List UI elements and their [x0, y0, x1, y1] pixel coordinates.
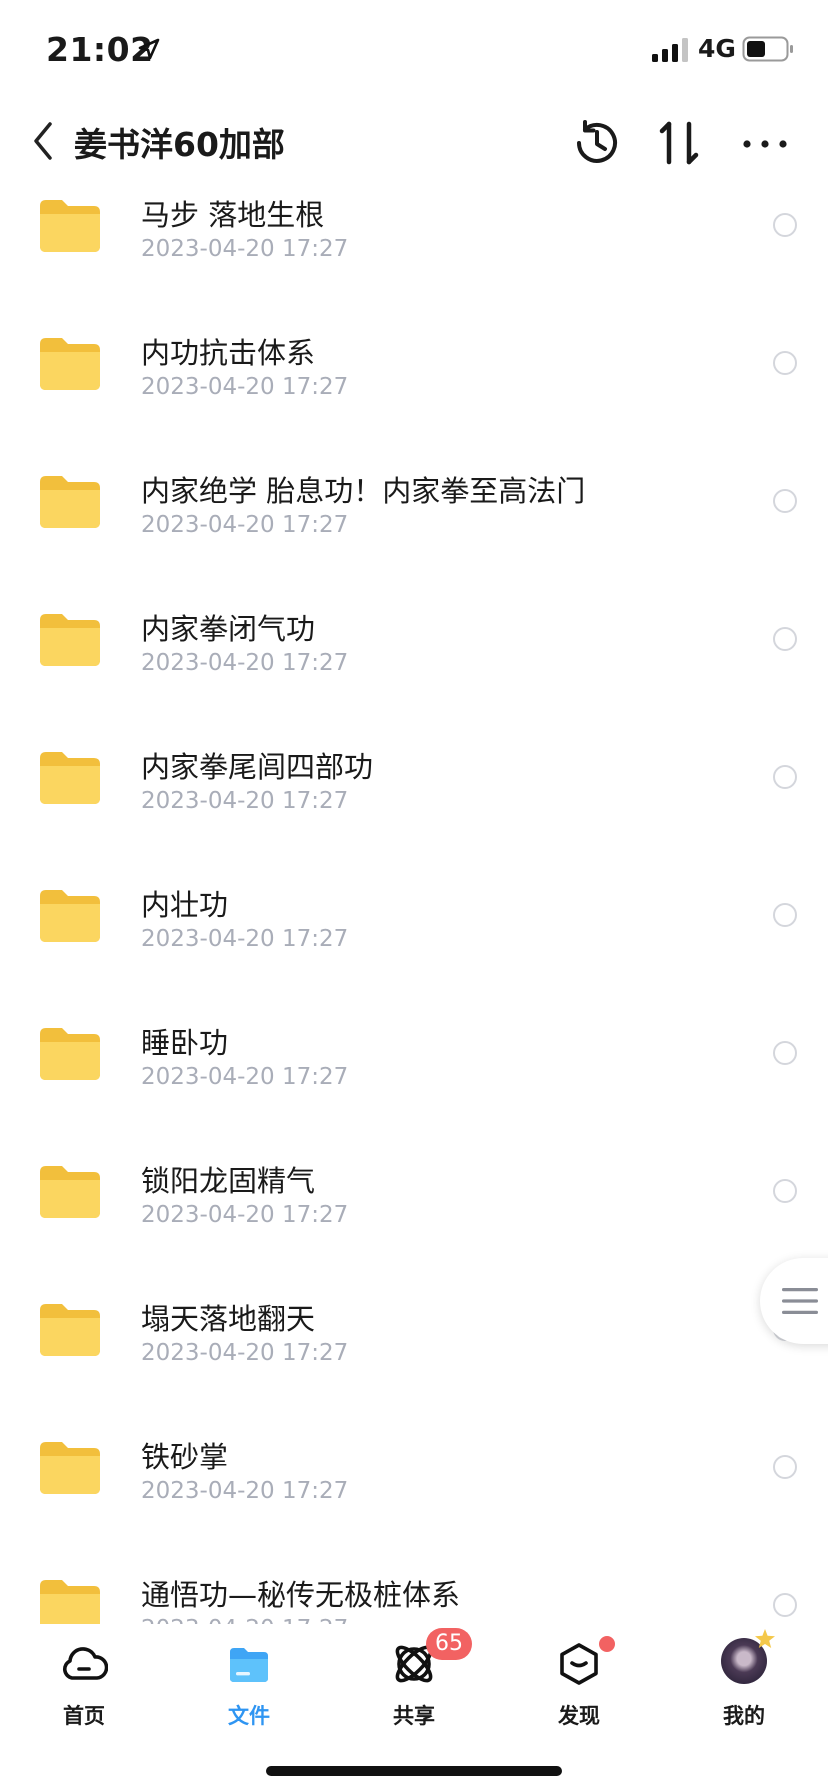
nav-header: 姜书洋60加部: [0, 100, 828, 188]
file-date: 2023-04-20 17:27: [141, 650, 349, 676]
cellular-signal-icon: [652, 38, 688, 62]
select-checkbox[interactable]: [773, 213, 797, 237]
file-date: 2023-04-20 17:27: [141, 1340, 349, 1366]
tab-label: 首页: [63, 1704, 105, 1728]
select-checkbox[interactable]: [773, 489, 797, 513]
location-arrow-icon: [138, 38, 160, 60]
tab-label: 我的: [723, 1704, 765, 1728]
discover-notification-dot: [599, 1636, 615, 1652]
file-list: 马步 落地生根 2023-04-20 17:27 内功抗击体系 2023-04-20 …: [0, 188, 828, 1624]
select-checkbox[interactable]: [773, 1041, 797, 1065]
file-row[interactable]: 锁阳龙固精气 2023-04-20 17:27: [0, 1154, 828, 1292]
file-date: 2023-04-20 17:27: [141, 512, 349, 538]
file-name: 铁砂掌: [141, 1440, 229, 1474]
tab-share[interactable]: 65 共享: [354, 1624, 474, 1744]
tab-discover[interactable]: 发现: [519, 1624, 639, 1744]
select-checkbox[interactable]: [773, 627, 797, 651]
file-row[interactable]: 内壮功 2023-04-20 17:27: [0, 878, 828, 1016]
select-checkbox[interactable]: [773, 1179, 797, 1203]
folder-icon: [40, 1304, 100, 1356]
file-name: 内功抗击体系: [141, 336, 316, 370]
folder-icon: [40, 338, 100, 390]
status-bar: 21:02 4G: [0, 0, 828, 100]
file-row[interactable]: 马步 落地生根 2023-04-20 17:27: [0, 188, 828, 326]
file-name: 通悟功—秘传无极桩体系: [141, 1578, 461, 1612]
cloud-home-icon: [63, 1647, 108, 1680]
folder-icon: [40, 200, 100, 252]
select-checkbox[interactable]: [773, 1593, 797, 1617]
file-name: 内壮功: [141, 888, 229, 922]
star-icon: [755, 1629, 775, 1648]
tab-files[interactable]: 文件: [189, 1624, 309, 1744]
file-date: 2023-04-20 17:27: [141, 1616, 348, 1624]
file-row[interactable]: 睡卧功 2023-04-20 17:27: [0, 1016, 828, 1154]
battery-icon: [742, 36, 793, 62]
file-name: 内家拳尾闾四部功: [141, 750, 374, 784]
file-name: 马步 落地生根: [141, 198, 325, 232]
discover-box-icon: [560, 1643, 598, 1685]
tab-home[interactable]: 首页: [24, 1624, 144, 1744]
file-name: 内家绝学 胎息功！内家拳至高法门: [141, 474, 586, 508]
file-date: 2023-04-20 17:27: [141, 1478, 349, 1504]
folder-icon: [40, 1028, 100, 1080]
file-row[interactable]: 内家拳尾闾四部功 2023-04-20 17:27: [0, 740, 828, 878]
file-date: 2023-04-20 17:27: [141, 374, 349, 400]
folder-icon: [230, 1648, 268, 1682]
select-checkbox[interactable]: [773, 351, 797, 375]
tab-label: 发现: [558, 1704, 600, 1728]
folder-icon: [40, 1580, 100, 1624]
file-name: 塌天落地翻天: [141, 1302, 316, 1336]
file-date: 2023-04-20 17:27: [141, 788, 349, 814]
select-checkbox[interactable]: [773, 903, 797, 927]
folder-icon: [40, 614, 100, 666]
tab-label: 文件: [228, 1704, 270, 1728]
tab-label: 共享: [393, 1704, 435, 1728]
folder-icon: [40, 1166, 100, 1218]
history-icon[interactable]: [570, 116, 624, 170]
file-name: 锁阳龙固精气: [141, 1164, 316, 1198]
folder-icon: [40, 476, 100, 528]
network-type: 4G: [698, 34, 736, 63]
folder-icon: [40, 752, 100, 804]
file-row[interactable]: 塌天落地翻天 2023-04-20 17:27: [0, 1292, 828, 1430]
home-indicator: [266, 1766, 562, 1776]
file-name: 内家拳闭气功: [141, 612, 316, 646]
file-row[interactable]: 内家拳闭气功 2023-04-20 17:27: [0, 602, 828, 740]
select-checkbox[interactable]: [773, 765, 797, 789]
back-chevron-icon[interactable]: [26, 116, 60, 166]
file-date: 2023-04-20 17:27: [141, 1202, 349, 1228]
select-checkbox[interactable]: [773, 1455, 797, 1479]
file-date: 2023-04-20 17:27: [141, 236, 349, 262]
folder-icon: [40, 1442, 100, 1494]
file-row[interactable]: 铁砂掌 2023-04-20 17:27: [0, 1430, 828, 1568]
file-date: 2023-04-20 17:27: [141, 1064, 349, 1090]
page-title: 姜书洋60加部: [74, 125, 285, 164]
tab-profile[interactable]: 我的: [684, 1624, 804, 1744]
more-options-icon[interactable]: [740, 134, 790, 154]
menu-lines-icon: [782, 1288, 818, 1314]
share-badge-count: 65: [426, 1628, 472, 1660]
folder-icon: [40, 890, 100, 942]
file-row[interactable]: 内功抗击体系 2023-04-20 17:27: [0, 326, 828, 464]
file-name: 睡卧功: [141, 1026, 229, 1060]
file-row[interactable]: 内家绝学 胎息功！内家拳至高法门 2023-04-20 17:27: [0, 464, 828, 602]
file-row[interactable]: 通悟功—秘传无极桩体系 2023-04-20 17:27: [0, 1568, 828, 1624]
sort-icon[interactable]: [654, 116, 704, 170]
file-date: 2023-04-20 17:27: [141, 926, 349, 952]
